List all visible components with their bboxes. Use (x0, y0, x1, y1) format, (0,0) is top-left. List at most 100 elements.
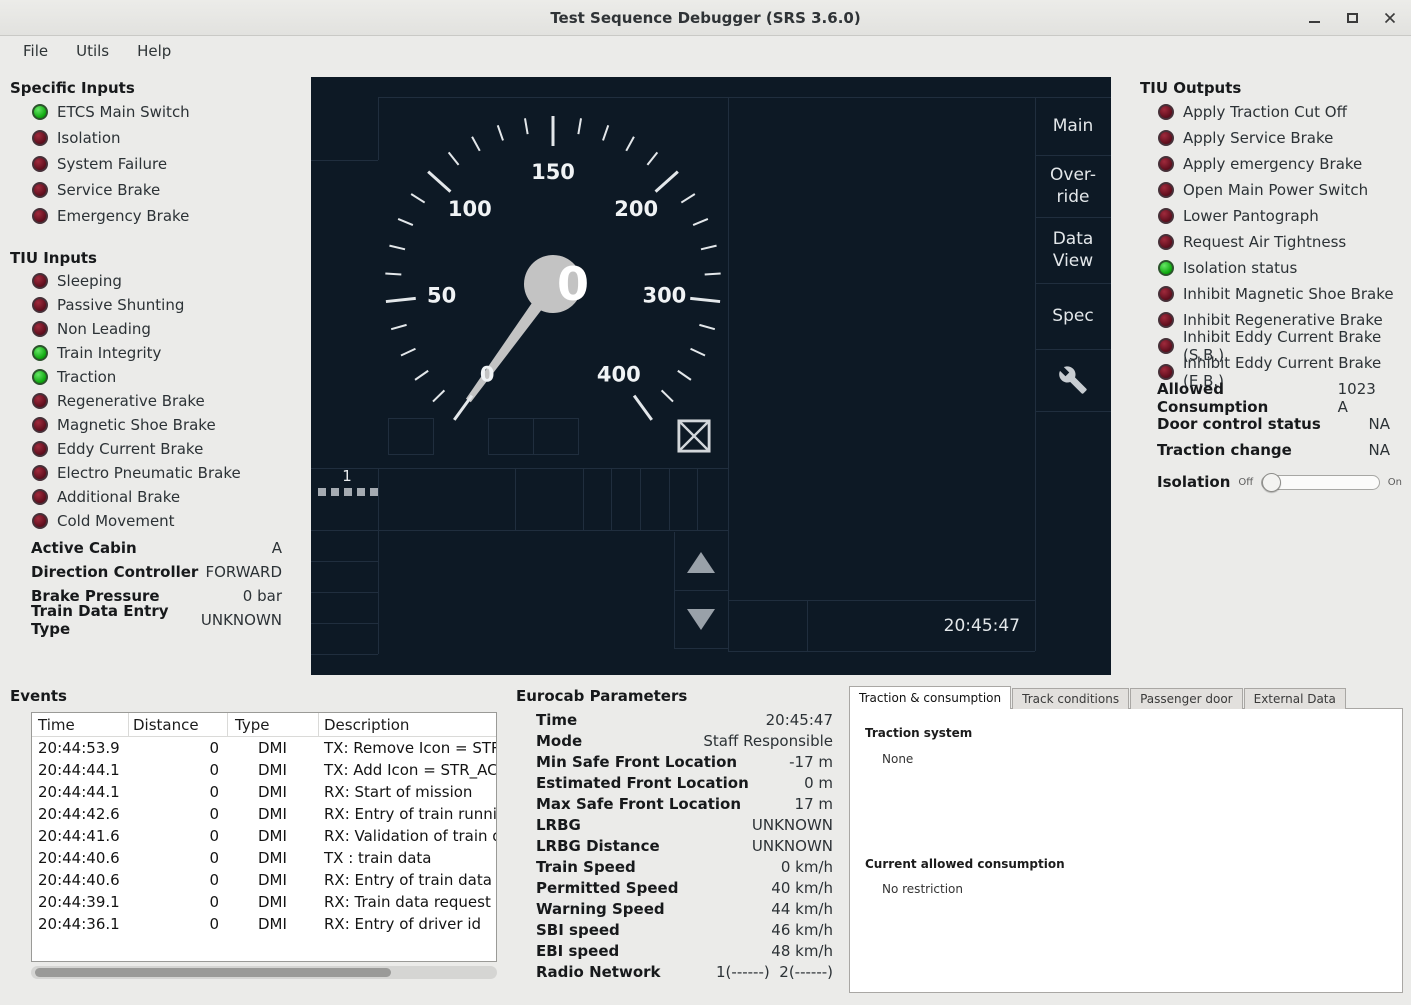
info-tab-panel: Traction & consumption Track conditions … (849, 686, 1403, 993)
param-label: LRBG (536, 816, 581, 834)
led-icon (1158, 234, 1174, 250)
col-header-distance[interactable]: Distance (129, 713, 228, 736)
input-traction[interactable]: Traction (10, 365, 300, 389)
output-apply-service-brake: Apply Service Brake (1140, 125, 1402, 151)
menu-help[interactable]: Help (126, 39, 182, 63)
col-header-type[interactable]: Type (228, 713, 319, 736)
cell-description: RX: Start of mission (319, 783, 496, 801)
menu-file[interactable]: File (12, 39, 59, 63)
grid-line (378, 530, 379, 654)
param-value: 0 bar (243, 587, 282, 605)
input-additional-brake[interactable]: Additional Brake (10, 485, 300, 509)
events-table: Time Distance Type Description 20:44:53.… (31, 712, 497, 962)
close-button[interactable] (1379, 7, 1401, 29)
cell-time: 20:44:53.9 (32, 739, 129, 757)
grid-line (728, 651, 1035, 652)
event-row[interactable]: 20:44:53.90DMITX: Remove Icon = STR_ACK (32, 737, 496, 759)
input-label: Additional Brake (57, 488, 180, 506)
event-row[interactable]: 20:44:39.10DMIRX: Train data request (32, 891, 496, 913)
tab-track-conditions[interactable]: Track conditions (1012, 688, 1129, 709)
param-row: LRBG DistanceUNKNOWN (536, 835, 833, 856)
cell-type: DMI (228, 739, 319, 757)
cell-description: RX: Entry of driver id (319, 915, 496, 933)
col-header-time[interactable]: Time (32, 713, 129, 736)
input-sleeping[interactable]: Sleeping (10, 269, 300, 293)
cell-description: RX: Train data request (319, 893, 496, 911)
input-magnetic-shoe-brake[interactable]: Magnetic Shoe Brake (10, 413, 300, 437)
input-non-leading[interactable]: Non Leading (10, 317, 300, 341)
cell-type: DMI (228, 805, 319, 823)
dmi-data-view-button[interactable]: DataView (1035, 217, 1111, 283)
maximize-button[interactable] (1341, 7, 1363, 29)
tab-external-data[interactable]: External Data (1244, 688, 1346, 709)
button-label: ride (1057, 186, 1090, 208)
train-data-entry-type-row: Train Data Entry TypeUNKNOWN (10, 608, 282, 632)
event-row[interactable]: 20:44:40.60DMITX : train data (32, 847, 496, 869)
svg-text:200: 200 (614, 197, 658, 221)
event-row[interactable]: 20:44:36.10DMIRX: Entry of driver id (32, 913, 496, 935)
scroll-down-button[interactable] (687, 609, 715, 630)
isolation-control: Isolation Off On (1140, 469, 1402, 495)
grid-line (1035, 411, 1111, 412)
param-label: Max Safe Front Location (536, 795, 741, 813)
led-icon (32, 273, 48, 289)
scrollbar-thumb[interactable] (35, 968, 391, 977)
tiu-outputs-section: TIU Outputs Apply Traction Cut Off Apply… (1140, 79, 1402, 495)
menu-utils[interactable]: Utils (65, 39, 120, 63)
grid-line (674, 648, 728, 649)
isolation-slider[interactable] (1261, 475, 1380, 490)
input-label: Sleeping (57, 272, 122, 290)
input-service-brake[interactable]: Service Brake (10, 177, 300, 203)
minimize-button[interactable] (1303, 7, 1325, 29)
input-label: Eddy Current Brake (57, 440, 203, 458)
input-regenerative-brake[interactable]: Regenerative Brake (10, 389, 300, 413)
output-apply-emergency-brake: Apply emergency Brake (1140, 151, 1402, 177)
input-isolation[interactable]: Isolation (10, 125, 300, 151)
param-label: Warning Speed (536, 900, 665, 918)
minimize-icon (1309, 21, 1320, 23)
dmi-main-button[interactable]: Main (1035, 97, 1111, 155)
horizontal-scrollbar[interactable] (31, 966, 497, 979)
tab-content: Traction system None Current allowed con… (849, 708, 1403, 993)
dmi-override-button[interactable]: Over-ride (1035, 155, 1111, 217)
event-row[interactable]: 20:44:41.60DMIRX: Validation of train da… (32, 825, 496, 847)
input-system-failure[interactable]: System Failure (10, 151, 300, 177)
led-icon (32, 489, 48, 505)
event-row[interactable]: 20:44:40.60DMIRX: Entry of train data (32, 869, 496, 891)
tab-passenger-door[interactable]: Passenger door (1130, 688, 1243, 709)
param-label: Door control status (1157, 415, 1321, 433)
param-row: Time20:45:47 (536, 709, 833, 730)
event-row[interactable]: 20:44:44.10DMIRX: Start of mission (32, 781, 496, 803)
input-cold-movement[interactable]: Cold Movement (10, 509, 300, 533)
tab-traction-consumption[interactable]: Traction & consumption (849, 686, 1011, 709)
isolation-slider-knob[interactable] (1262, 473, 1281, 492)
output-label: Inhibit Magnetic Shoe Brake (1183, 285, 1394, 303)
cell-description: RX: Entry of train data (319, 871, 496, 889)
param-value: NA (1369, 441, 1390, 459)
input-electro-pneumatic-brake[interactable]: Electro Pneumatic Brake (10, 461, 300, 485)
cell-distance: 0 (129, 849, 228, 867)
event-row[interactable]: 20:44:42.60DMIRX: Entry of train running… (32, 803, 496, 825)
output-label: Inhibit Regenerative Brake (1183, 311, 1383, 329)
param-row: Train Speed0 km/h (536, 856, 833, 877)
cell-distance: 0 (129, 783, 228, 801)
svg-text:0: 0 (480, 363, 495, 387)
cell-time: 20:44:40.6 (32, 849, 129, 867)
cell-type: DMI (228, 783, 319, 801)
dmi-spec-button[interactable]: Spec (1035, 283, 1111, 349)
input-train-integrity[interactable]: Train Integrity (10, 341, 300, 365)
input-passive-shunting[interactable]: Passive Shunting (10, 293, 300, 317)
input-eddy-current-brake[interactable]: Eddy Current Brake (10, 437, 300, 461)
col-header-description[interactable]: Description (319, 713, 496, 736)
input-emergency-brake[interactable]: Emergency Brake (10, 203, 300, 229)
param-label: LRBG Distance (536, 837, 660, 855)
isolation-off-label: Off (1238, 477, 1253, 488)
scroll-up-button[interactable] (687, 552, 715, 573)
window-controls (1303, 0, 1401, 36)
input-etcs-main-switch[interactable]: ETCS Main Switch (10, 99, 300, 125)
event-row[interactable]: 20:44:44.10DMITX: Add Icon = STR_ACK_ST (32, 759, 496, 781)
dmi-settings-button[interactable] (1035, 349, 1111, 411)
param-label: Time (536, 711, 577, 729)
window-titlebar: Test Sequence Debugger (SRS 3.6.0) (0, 0, 1411, 36)
cell-description: TX: Add Icon = STR_ACK_ST (319, 761, 496, 779)
